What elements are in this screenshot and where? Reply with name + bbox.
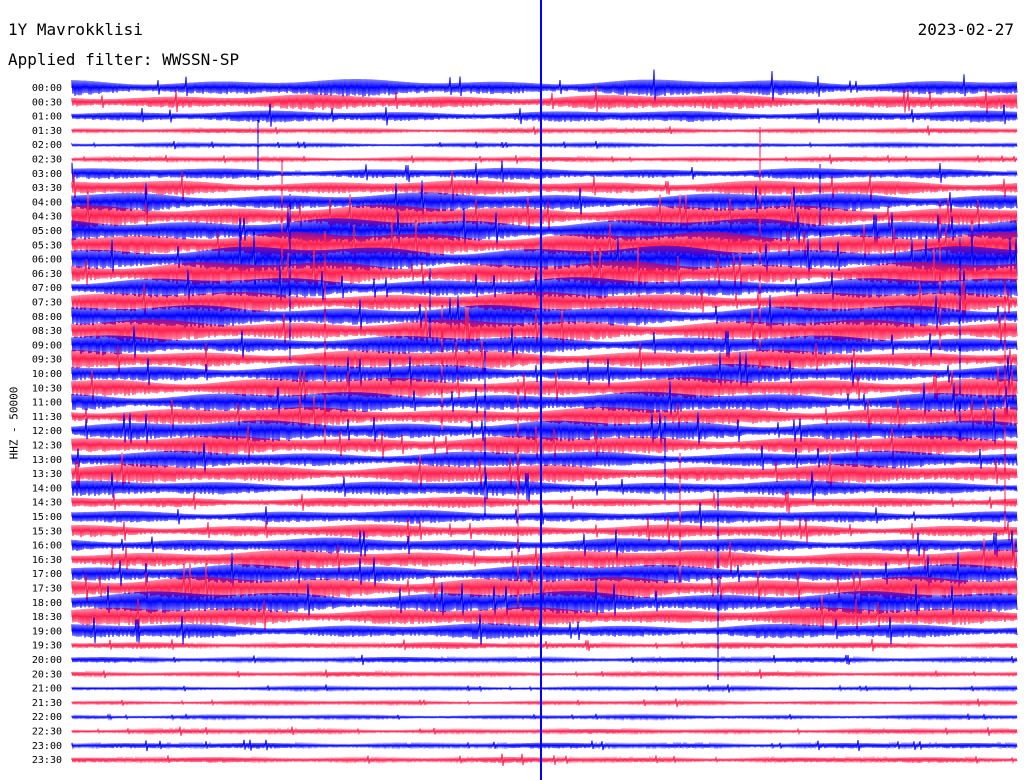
- time-tick-label: 20:30: [32, 669, 62, 680]
- time-tick-label: 07:00: [32, 283, 62, 294]
- time-tick-label: 00:30: [32, 97, 62, 108]
- time-tick-label: 10:00: [32, 369, 62, 380]
- trace-line: [71, 638, 1018, 652]
- time-tick-label: 02:30: [32, 155, 62, 166]
- filter-label: Applied filter: WWSSN-SP: [8, 50, 240, 69]
- trace-line: [71, 502, 1018, 530]
- record-date: 2023-02-27: [917, 20, 1014, 39]
- time-tick-label: 09:00: [32, 340, 62, 351]
- trace-line: [71, 491, 1018, 514]
- trace-group: [71, 69, 1018, 767]
- trace-line: [71, 69, 1018, 102]
- time-tick-label: 15:00: [32, 512, 62, 523]
- time-tick-label: 05:00: [32, 226, 62, 237]
- trace-line: [71, 726, 1018, 736]
- trace-line: [71, 103, 1018, 127]
- time-tick-label: 10:30: [32, 383, 62, 394]
- time-tick-label: 13:30: [32, 469, 62, 480]
- trace-line: [71, 739, 1018, 752]
- time-tick-label: 08:30: [32, 326, 62, 337]
- time-tick-label: 14:30: [32, 498, 62, 509]
- trace-line: [71, 125, 1018, 136]
- time-tick-label: 01:00: [32, 112, 62, 123]
- time-tick-label: 04:30: [32, 212, 62, 223]
- trace-line: [71, 684, 1018, 693]
- time-tick-label: 23:00: [32, 741, 62, 752]
- time-tick-label: 15:30: [32, 526, 62, 537]
- time-tick-label: 07:30: [32, 298, 62, 309]
- time-tick-label: 22:30: [32, 727, 62, 738]
- time-tick-label: 01:30: [32, 126, 62, 137]
- time-tick-label: 05:30: [32, 240, 62, 251]
- time-tick-label: 18:30: [32, 612, 62, 623]
- station-title: 1Y Mavrokklisi: [8, 20, 143, 39]
- trace-line: [71, 713, 1018, 722]
- time-tick-label: 03:00: [32, 169, 62, 180]
- time-tick-label: 03:30: [32, 183, 62, 194]
- time-tick-label: 04:00: [32, 197, 62, 208]
- time-tick-label: 00:00: [32, 83, 62, 94]
- time-tick-label: 20:00: [32, 655, 62, 666]
- seismogram-plot: 00:00 00:30 01:00 01:30 02:00 02:30 03:00 03:30…: [32, 0, 1018, 780]
- time-tick-label: 12:00: [32, 426, 62, 437]
- time-tick-label: 17:30: [32, 584, 62, 595]
- trace-line: [71, 154, 1018, 165]
- tick-label-group: 00:00 00:30 01:00 01:30 02:00 02:30 03:00 03:30…: [32, 83, 62, 766]
- time-tick-label: 02:00: [32, 140, 62, 151]
- time-tick-label: 16:00: [32, 541, 62, 552]
- time-tick-label: 22:00: [32, 712, 62, 723]
- time-tick-label: 11:30: [32, 412, 62, 423]
- trace-line: [71, 698, 1018, 708]
- time-tick-label: 18:00: [32, 598, 62, 609]
- time-tick-label: 19:00: [32, 626, 62, 637]
- time-tick-label: 08:00: [32, 312, 62, 323]
- time-tick-label: 14:00: [32, 483, 62, 494]
- trace-line: [71, 669, 1018, 679]
- time-tick-label: 11:00: [32, 398, 62, 409]
- trace-line: [71, 654, 1018, 665]
- time-tick-label: 13:00: [32, 455, 62, 466]
- time-tick-label: 16:30: [32, 555, 62, 566]
- trace-line: [71, 753, 1018, 767]
- trace-line: [71, 140, 1018, 150]
- channel-label: HHZ - 50000: [7, 386, 21, 460]
- time-tick-label: 21:30: [32, 698, 62, 709]
- time-tick-label: 06:00: [32, 255, 62, 266]
- time-tick-label: 09:30: [32, 355, 62, 366]
- time-tick-label: 19:30: [32, 641, 62, 652]
- time-tick-label: 21:00: [32, 684, 62, 695]
- trace-line: [71, 160, 1018, 185]
- time-tick-label: 17:00: [32, 569, 62, 580]
- time-tick-label: 06:30: [32, 269, 62, 280]
- helicorder-chart: 00:00 00:30 01:00 01:30 02:00 02:30 03:00 03:30…: [0, 0, 1024, 780]
- time-tick-label: 23:30: [32, 755, 62, 766]
- time-tick-label: 12:30: [32, 441, 62, 452]
